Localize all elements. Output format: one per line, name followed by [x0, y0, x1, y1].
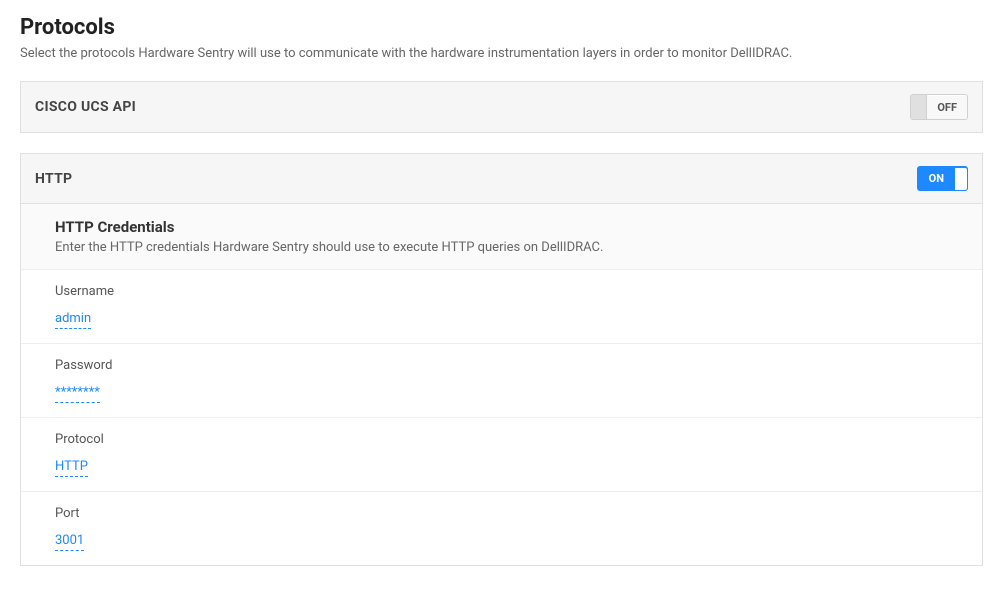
page-description: Select the protocols Hardware Sentry wil… — [20, 46, 983, 61]
port-label: Port — [55, 506, 968, 521]
protocol-title-cisco: CISCO UCS API — [35, 99, 136, 115]
toggle-http[interactable]: ON — [917, 166, 968, 191]
password-input[interactable]: ******** — [55, 385, 100, 403]
toggle-label-http: ON — [917, 166, 954, 191]
toggle-label-cisco: OFF — [927, 96, 967, 119]
password-label: Password — [55, 358, 968, 373]
protocol-panel-cisco: CISCO UCS API OFF — [20, 81, 983, 133]
http-credentials-description: Enter the HTTP credentials Hardware Sent… — [55, 240, 968, 255]
toggle-knob — [911, 95, 927, 119]
toggle-knob — [954, 167, 968, 191]
protocol-input[interactable]: HTTP — [55, 459, 88, 477]
port-input[interactable]: 3001 — [55, 533, 84, 551]
field-row-password: Password ******** — [21, 344, 982, 418]
http-credentials-section: HTTP Credentials Enter the HTTP credenti… — [21, 203, 982, 565]
protocol-header-cisco: CISCO UCS API OFF — [21, 82, 982, 132]
toggle-cisco[interactable]: OFF — [910, 94, 968, 120]
protocol-title-http: HTTP — [35, 171, 72, 187]
http-credentials-title: HTTP Credentials — [55, 218, 968, 236]
http-credentials-header: HTTP Credentials Enter the HTTP credenti… — [21, 204, 982, 270]
protocol-header-http: HTTP ON — [21, 154, 982, 203]
page-title: Protocols — [20, 15, 983, 40]
protocol-label: Protocol — [55, 432, 968, 447]
username-input[interactable]: admin — [55, 311, 91, 329]
field-row-port: Port 3001 — [21, 492, 982, 565]
username-label: Username — [55, 284, 968, 299]
protocol-panel-http: HTTP ON HTTP Credentials Enter the HTTP … — [20, 153, 983, 566]
field-row-protocol: Protocol HTTP — [21, 418, 982, 492]
field-row-username: Username admin — [21, 270, 982, 344]
